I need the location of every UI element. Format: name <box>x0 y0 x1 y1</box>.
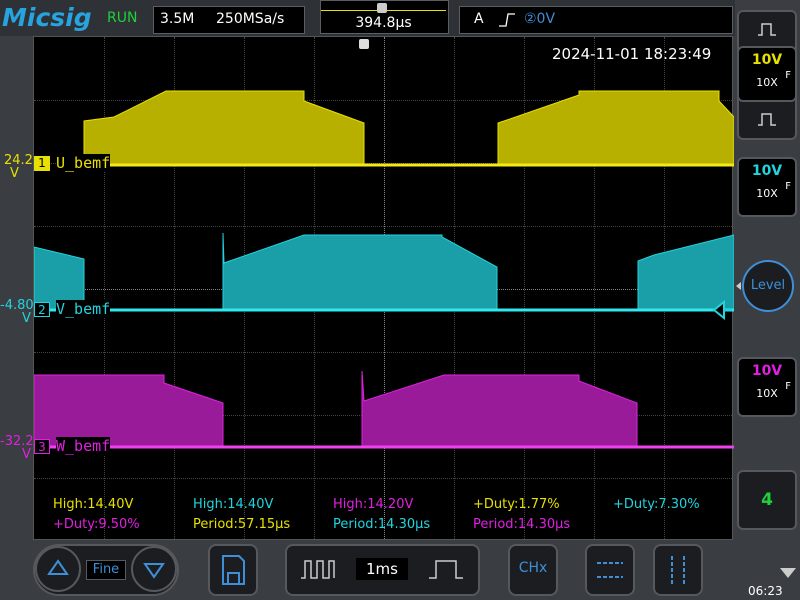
ch3-scale-button[interactable]: 10V F 10X <box>737 357 797 417</box>
vertical-cursor-icon <box>671 556 685 584</box>
meas-ch2-duty: +Duty:7.30% <box>613 497 700 512</box>
ch1-scale-button[interactable]: 10V F 10X <box>737 46 797 102</box>
ch4-label: 4 <box>761 490 773 510</box>
meas-ch1-duty: +Duty:1.77% <box>473 497 560 512</box>
ch1-waveform <box>83 90 734 166</box>
pulse-up-icon[interactable] <box>757 22 777 36</box>
ch3-scale: 10V <box>751 363 783 379</box>
waveform-traces <box>34 90 734 449</box>
timebase-value: 1ms <box>356 558 408 580</box>
down-button[interactable] <box>131 546 177 592</box>
ch2-probe: 10X <box>756 187 778 200</box>
meas-ch3-period: Period:14.30µs <box>473 517 571 532</box>
waveform-display[interactable]: 2024-11-01 18:23:49 <box>33 36 734 540</box>
ch2-offset-unit: V <box>22 311 31 326</box>
ch2-marker[interactable]: 2 <box>34 302 50 317</box>
time-offset-box[interactable]: 394.8µs <box>320 0 449 34</box>
chx-button[interactable]: CHx <box>508 544 558 596</box>
save-icon <box>222 555 245 585</box>
acquisition-info[interactable]: 3.5M 250MSa/s <box>153 6 305 34</box>
meas-ch2-high: High:14.40V <box>193 497 274 512</box>
save-button[interactable] <box>208 544 258 596</box>
sample-rate: 250MSa/s <box>216 11 285 27</box>
trigger-time-marker[interactable] <box>359 39 369 49</box>
ch3-name: W_bemf <box>56 437 111 455</box>
timebase-increase-icon[interactable] <box>428 558 464 580</box>
meas-ch3-duty: +Duty:9.50% <box>53 517 140 532</box>
fine-toggle[interactable]: Fine <box>86 560 126 580</box>
trigger-mode: A <box>474 11 484 27</box>
ch1-probe: 10X <box>756 76 778 89</box>
horizontal-cursor-button[interactable] <box>585 544 635 596</box>
memory-depth: 3.5M <box>160 11 195 27</box>
ch3-offset-unit: V <box>22 447 31 462</box>
brand-logo: Micsig <box>2 3 92 32</box>
horizontal-cursor-icon <box>597 562 623 578</box>
ch1-marker[interactable]: 1 <box>34 156 50 171</box>
trigger-level-arrow-icon[interactable] <box>712 300 732 320</box>
rising-edge-icon <box>499 13 515 27</box>
ch2-waveform <box>34 232 734 311</box>
run-status[interactable]: RUN <box>107 10 137 26</box>
ch2-scale: 10V <box>751 163 783 179</box>
timebase-decrease-icon[interactable] <box>300 558 336 580</box>
level-label: Level <box>750 278 786 293</box>
meas-ch2-period: Period:14.30µs <box>333 517 431 532</box>
level-knob[interactable]: Level <box>742 260 794 312</box>
ch3-waveform <box>34 370 638 448</box>
ch1-name: U_bemf <box>56 154 111 172</box>
meas-ch3-high: High:14.20V <box>333 497 414 512</box>
ch1-offset-unit: V <box>10 166 19 181</box>
vertical-cursor-button[interactable] <box>653 544 703 596</box>
ch4-button[interactable]: 4 <box>737 470 797 530</box>
chx-label: CHx <box>518 560 548 576</box>
ch3-probe: 10X <box>756 387 778 400</box>
ch3-marker[interactable]: 3 <box>34 439 50 454</box>
time-offset-value: 394.8µs <box>355 15 412 31</box>
trigger-info[interactable]: A ②0V <box>459 6 733 34</box>
trigger-position-marker <box>377 3 387 13</box>
ch1-scale: 10V <box>751 52 783 68</box>
timestamp: 2024-11-01 18:23:49 <box>552 45 712 63</box>
clock: 06:23 <box>748 584 783 598</box>
meas-ch1-high: High:14.40V <box>53 497 134 512</box>
ch2-scale-button[interactable]: 10V F 10X <box>737 157 797 217</box>
trigger-source: ②0V <box>524 11 556 27</box>
triangle-up-icon <box>47 559 69 575</box>
ch2-name: V_bemf <box>56 300 111 318</box>
wifi-icon <box>780 568 796 578</box>
pulse-down-icon[interactable] <box>757 112 777 126</box>
triangle-down-icon <box>143 563 165 579</box>
up-button[interactable] <box>35 546 81 592</box>
level-left-arrow-icon <box>736 282 741 290</box>
meas-ch1-period: Period:57.15µs <box>193 517 291 532</box>
